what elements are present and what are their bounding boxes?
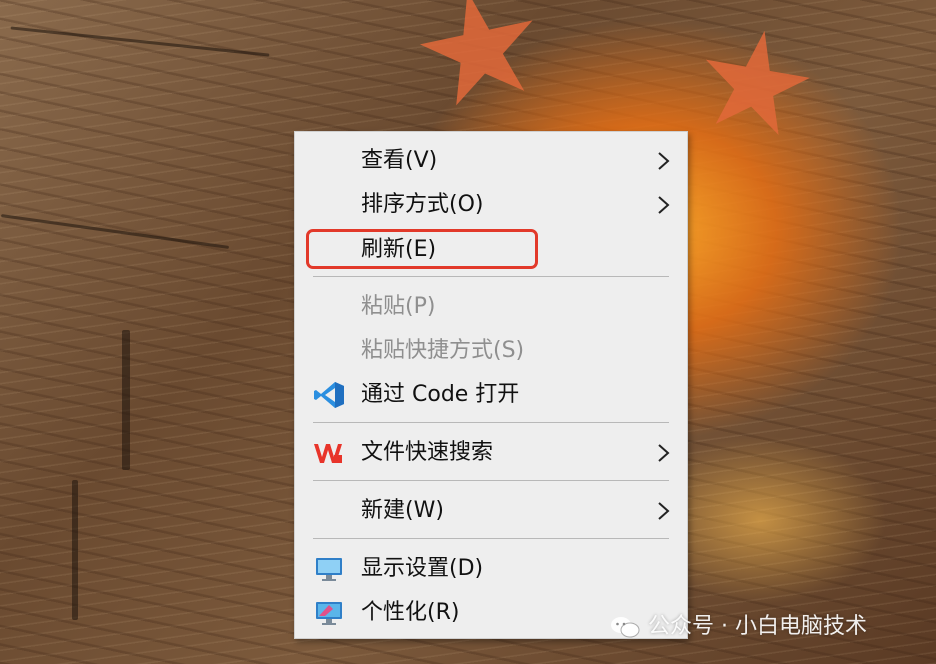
menu-item-label: 新建(W) xyxy=(361,498,444,523)
personalize-icon xyxy=(316,602,342,625)
menu-item-view[interactable]: 查看(V) xyxy=(295,141,687,181)
refresh-highlight-box xyxy=(306,229,538,269)
wood-crack xyxy=(0,214,230,249)
menu-item-paste[interactable]: 粘贴(P) xyxy=(295,287,687,327)
menu-separator xyxy=(313,422,669,423)
menu-item-new[interactable]: 新建(W) xyxy=(295,491,687,531)
menu-separator xyxy=(313,480,669,481)
vscode-icon xyxy=(314,382,344,408)
menu-item-label: 粘贴快捷方式(S) xyxy=(361,338,525,363)
menu-item-label: 个性化(R) xyxy=(361,600,460,625)
menu-separator xyxy=(313,276,669,277)
menu-item-file-quick-search[interactable]: 文件快速搜索 xyxy=(295,433,687,473)
menu-item-paste-shortcut[interactable]: 粘贴快捷方式(S) xyxy=(295,331,687,371)
wechat-icon xyxy=(611,617,640,638)
wood-crack xyxy=(10,26,270,57)
wps-icon xyxy=(314,444,342,463)
watermark-text: 公众号 · 小白电脑技术 xyxy=(648,614,867,639)
chevron-right-icon xyxy=(658,152,670,170)
display-settings-icon xyxy=(316,558,342,581)
menu-item-label: 粘贴(P) xyxy=(361,294,436,319)
wood-crack xyxy=(122,330,130,470)
menu-item-label: 文件快速搜索 xyxy=(361,440,494,465)
wallpaper-star xyxy=(409,0,551,121)
desktop-context-menu: 查看(V) 排序方式(O) 刷新(E) 粘贴(P) 粘贴快捷方式(S) 通过 C… xyxy=(294,131,688,639)
wallpaper-star xyxy=(691,21,818,148)
menu-item-display-settings[interactable]: 显示设置(D) xyxy=(295,549,687,589)
menu-separator xyxy=(313,538,669,539)
menu-item-label: 显示设置(D) xyxy=(361,556,484,581)
menu-item-label: 排序方式(O) xyxy=(361,192,484,217)
menu-item-label: 查看(V) xyxy=(361,148,438,173)
menu-item-open-with-code[interactable]: 通过 Code 打开 xyxy=(295,375,687,415)
chevron-right-icon xyxy=(658,444,670,462)
menu-item-sort-by[interactable]: 排序方式(O) xyxy=(295,185,687,225)
menu-item-label: 通过 Code 打开 xyxy=(361,382,520,407)
wood-crack xyxy=(72,480,78,620)
chevron-right-icon xyxy=(658,196,670,214)
chevron-right-icon xyxy=(658,502,670,520)
